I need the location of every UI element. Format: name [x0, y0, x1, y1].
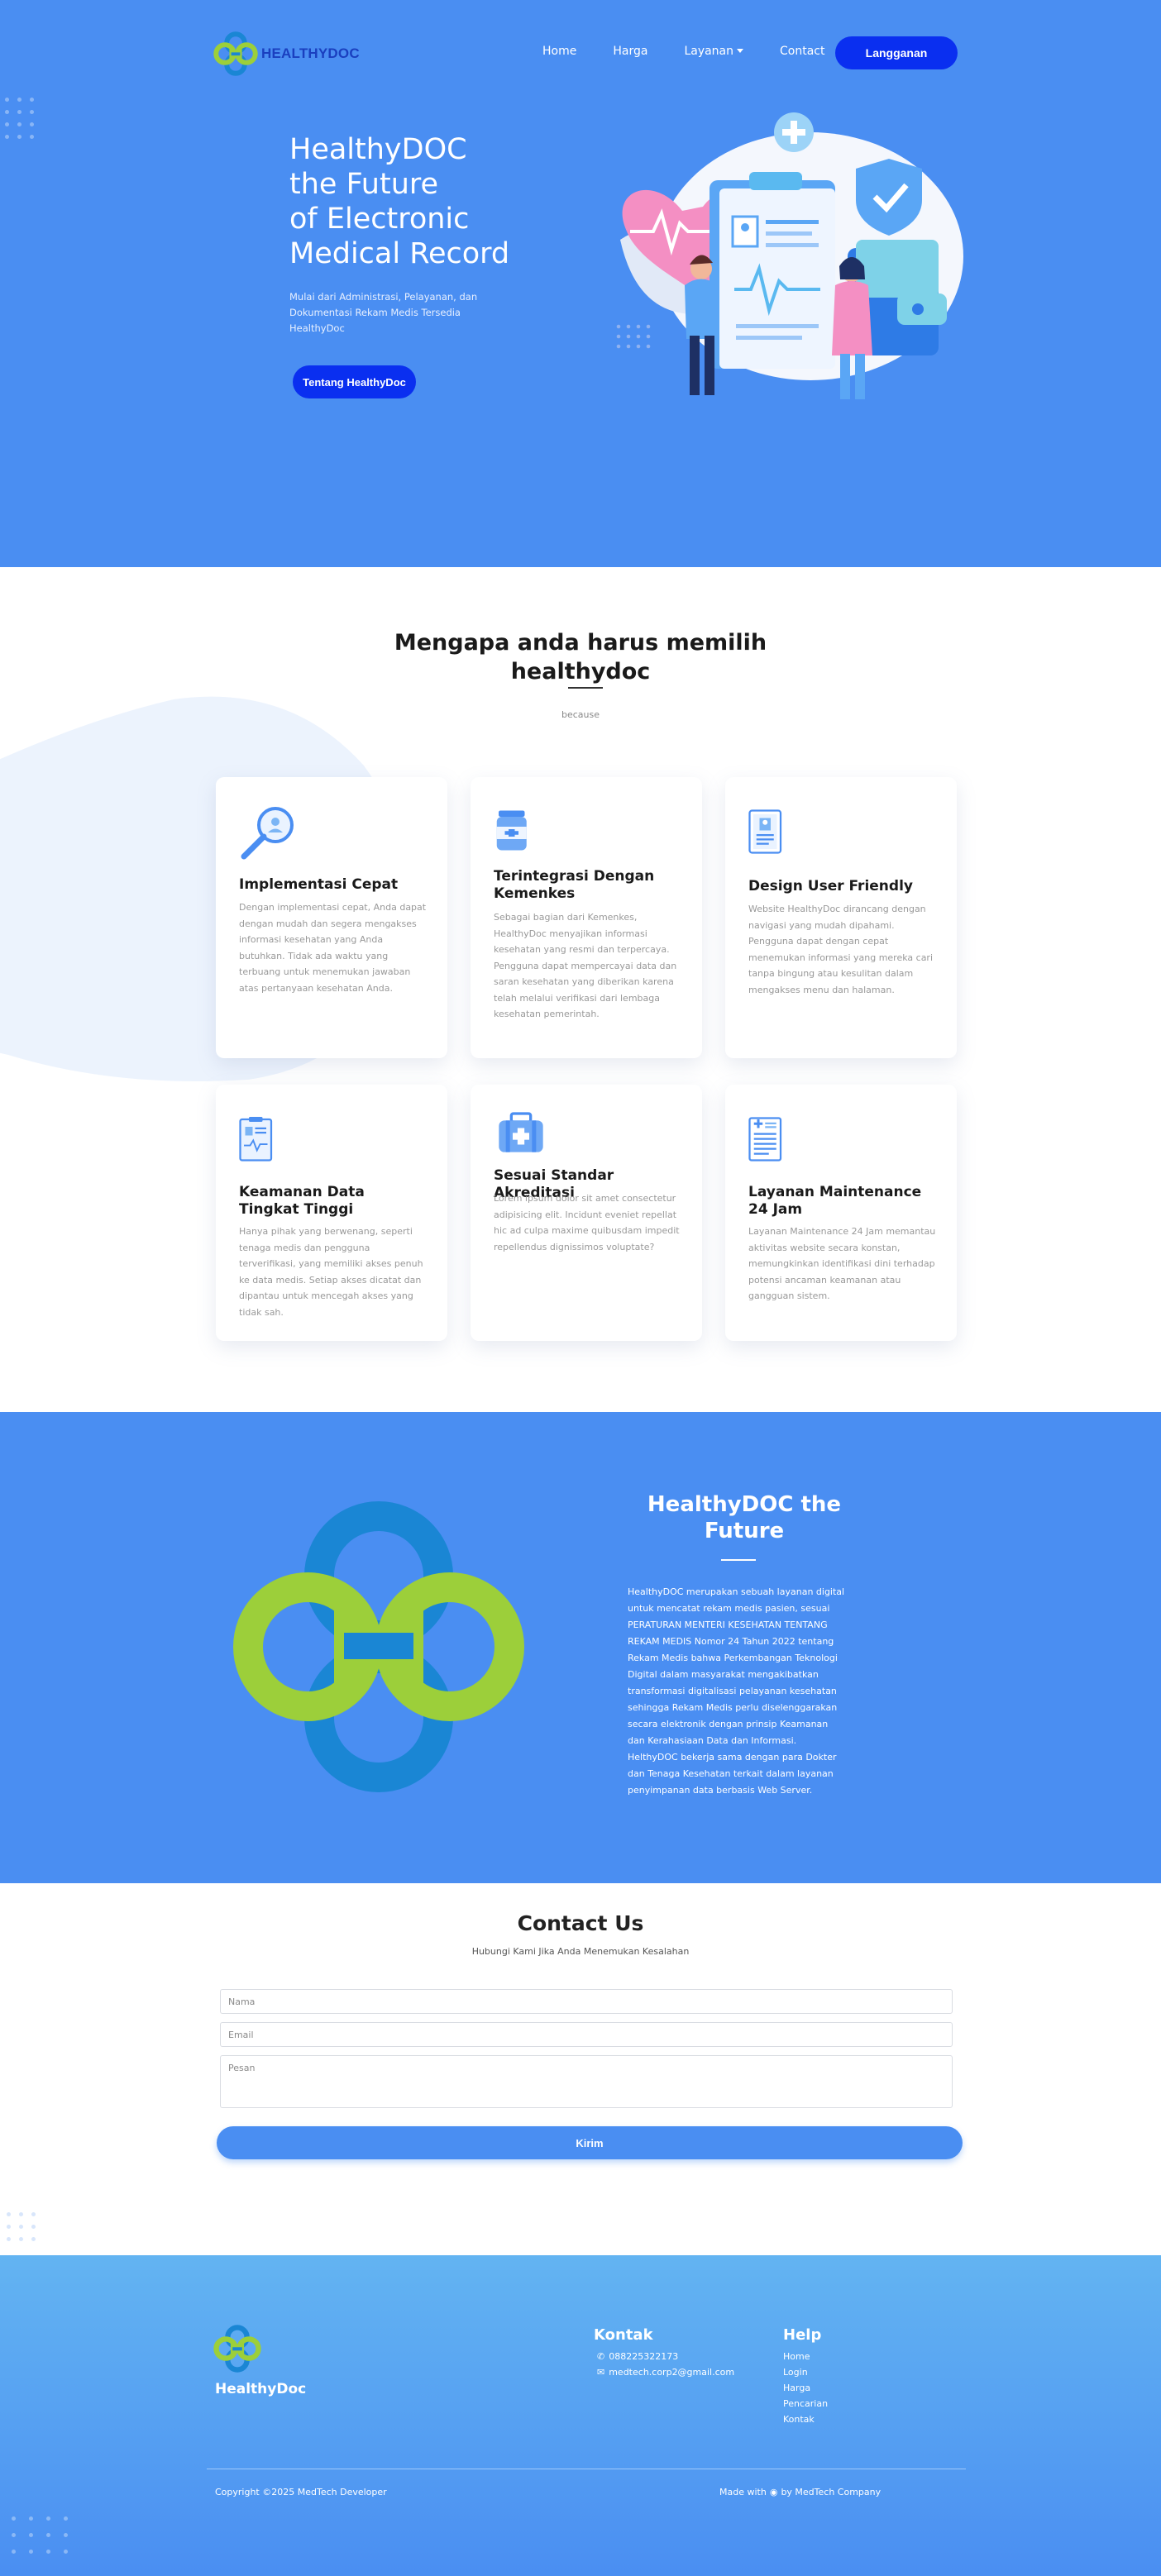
navbar: HEALTHYDOC Home Harga Layanan Contact La…	[213, 30, 958, 78]
medical-document-icon	[748, 1117, 782, 1162]
feature-card-title: Keamanan Data Tingkat Tinggi	[239, 1184, 365, 1218]
footer-kontak-title: Kontak	[594, 2326, 653, 2344]
footer-logo-icon	[213, 2325, 261, 2373]
clipboard-report-icon	[239, 1117, 273, 1162]
feature-card: Keamanan Data Tingkat Tinggi Hanya pihak…	[216, 1085, 447, 1341]
contact-section: Contact Us Hubungi Kami Jika Anda Menemu…	[0, 1883, 1161, 2255]
magnifier-icon	[241, 807, 294, 860]
hero-subtitle: Mulai dari Administrasi, Pelayanan, dan …	[289, 291, 478, 334]
nav-layanan-label: Layanan	[684, 45, 734, 58]
feature-card-title: Design User Friendly	[748, 878, 913, 894]
copyright-text: Copyright ©2025 MedTech Developer	[215, 2487, 387, 2497]
why-subtitle: because	[561, 709, 600, 720]
healthydoc-large-logo	[233, 1501, 524, 1792]
feature-card-text: Hanya pihak yang berwenang, seperti tena…	[239, 1226, 423, 1318]
tablet-profile-icon	[748, 809, 782, 854]
title-divider	[721, 1559, 756, 1561]
nav-harga[interactable]: Harga	[613, 45, 647, 58]
footer-link-home[interactable]: Home	[783, 2351, 810, 2362]
hero-title-line: of Electronic	[289, 203, 470, 236]
feature-card: Sesuai Standar Akreditasi Lorem ipsum do…	[471, 1085, 702, 1341]
footer-help-title: Help	[783, 2326, 822, 2344]
email-address: medtech.corp2@gmail.com	[609, 2367, 735, 2378]
footer-link-pencarian[interactable]: Pencarian	[783, 2398, 828, 2409]
phone-icon: ✆	[597, 2351, 605, 2362]
submit-button[interactable]: Kirim	[217, 2126, 963, 2159]
made-with-prefix: Made with	[719, 2487, 767, 2497]
hero-title-line: HealthyDOC	[289, 133, 467, 166]
name-field[interactable]	[220, 1989, 953, 2014]
nav-layanan-dropdown[interactable]: Layanan	[684, 45, 744, 58]
made-with-suffix: by MedTech Company	[781, 2487, 882, 2497]
feature-card-text: Lorem ipsum dolor sit amet consectetur a…	[494, 1193, 680, 1252]
brand-logo[interactable]: HEALTHYDOC	[213, 31, 360, 76]
future-section: HealthyDOC the Future HealthyDOC merupak…	[0, 1412, 1161, 1883]
feature-card-title: Terintegrasi Dengan Kemenkes	[494, 868, 655, 902]
feature-card-title: Layanan Maintenance 24 Jam	[748, 1184, 922, 1218]
medical-kit-icon	[499, 1112, 543, 1152]
nav-home[interactable]: Home	[542, 45, 576, 58]
decorative-dots	[12, 2516, 69, 2554]
about-button[interactable]: Tentang HealthyDoc	[293, 365, 416, 398]
feature-card: Layanan Maintenance 24 Jam Layanan Maint…	[725, 1085, 957, 1341]
feature-card: Terintegrasi Dengan Kemenkes Sebagai bag…	[471, 777, 702, 1058]
medicine-bottle-icon	[496, 810, 527, 851]
feature-card-title: Implementasi Cepat	[239, 876, 399, 893]
brand-name: HEALTHYDOC	[261, 45, 360, 61]
hero-title-line: the Future	[289, 168, 439, 201]
nav-contact[interactable]: Contact	[780, 45, 824, 58]
phone-number: 088225322173	[609, 2351, 679, 2362]
feature-card: Implementasi Cepat Dengan implementasi c…	[216, 777, 447, 1058]
nav-links: Home Harga Layanan Contact	[542, 45, 861, 58]
hero-section: HEALTHYDOC Home Harga Layanan Contact La…	[0, 0, 1161, 567]
feature-card-text: Dengan implementasi cepat, Anda dapat de…	[239, 902, 427, 994]
feature-card: Design User Friendly Website HealthyDoc …	[725, 777, 957, 1058]
feature-card-text: Layanan Maintenance 24 Jam memantau akti…	[748, 1226, 936, 1301]
hero-title: HealthyDOC the Future of Electronic Medi…	[289, 132, 538, 271]
decorative-dots	[5, 98, 34, 139]
medical-record-illustration	[616, 112, 963, 399]
footer: HealthyDoc Kontak ✆ 088225322173 ✉ medte…	[0, 2255, 1161, 2576]
hero-title-line: Medical Record	[289, 237, 510, 270]
email-field[interactable]	[220, 2022, 953, 2047]
future-description: HealthyDOC merupakan sebuah layanan digi…	[628, 1586, 845, 1796]
footer-link-login[interactable]: Login	[783, 2367, 808, 2378]
message-field[interactable]	[220, 2055, 953, 2108]
feature-card-text: Sebagai bagian dari Kemenkes, HealthyDoc…	[494, 912, 677, 1019]
made-with-text: Made with ◉ by MedTech Company	[719, 2487, 881, 2497]
contact-title: Contact Us	[517, 1911, 644, 1935]
why-title: Mengapa anda harus memilih healthydoc	[394, 630, 767, 685]
title-divider	[568, 687, 603, 689]
footer-link-harga[interactable]: Harga	[783, 2383, 810, 2393]
footer-brand: HealthyDoc	[215, 2381, 307, 2397]
contact-subtitle: Hubungi Kami Jika Anda Menemukan Kesalah…	[471, 1946, 690, 1957]
footer-link-kontak[interactable]: Kontak	[783, 2414, 815, 2425]
mail-icon: ✉	[597, 2367, 605, 2378]
why-section: Mengapa anda harus memilih healthydoc be…	[0, 567, 1161, 1412]
lock-icon: ◉	[769, 2487, 778, 2497]
feature-card-text: Website HealthyDoc dirancang dengan navi…	[748, 904, 934, 995]
footer-email[interactable]: ✉ medtech.corp2@gmail.com	[597, 2367, 734, 2378]
subscribe-button[interactable]: Langganan	[835, 36, 958, 69]
chevron-down-icon	[737, 48, 744, 53]
future-title: HealthyDOC the Future	[647, 1492, 842, 1543]
footer-phone[interactable]: ✆ 088225322173	[597, 2351, 678, 2362]
healthydoc-logo-icon	[213, 31, 258, 76]
decorative-dots	[7, 2212, 36, 2241]
